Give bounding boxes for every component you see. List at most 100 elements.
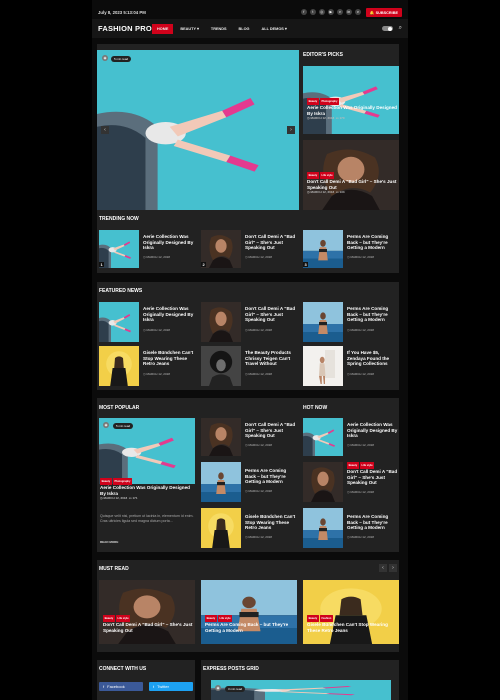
must-read-card[interactable]: Beauty Life style Don't Call Demi A "Bad …	[103, 615, 193, 633]
hot-image[interactable]	[303, 508, 343, 548]
trending-post-title[interactable]: Don't Call Demi A "Bad Girl" – She's Jus…	[245, 234, 297, 251]
nav-item-blog[interactable]: BLOG	[234, 24, 255, 34]
social-links: f t ◎ ▶ v in v 🔔 SUBSCRIBE	[300, 7, 402, 17]
post-title[interactable]: Aerie Collection Was Originally Designed…	[100, 485, 196, 496]
featured-post-title[interactable]: Aerie Collection Was Originally Designed…	[143, 306, 195, 323]
featured-post-title[interactable]: The Beauty Products Chrissy Teigen Can't…	[245, 350, 297, 367]
post-title[interactable]: Gisele Bündchen Can't Stop Wearing These…	[307, 622, 397, 633]
facebook-button[interactable]: f Facebook	[99, 682, 143, 691]
must-read-card[interactable]: Beauty Fashion Gisele Bündchen Can't Stop…	[307, 615, 397, 633]
popular-post-title[interactable]: Don't Call Demi A "Bad Girl" – She's Jus…	[245, 422, 297, 439]
post-date: MARCH 12, 2018	[310, 116, 335, 121]
tag[interactable]: Beauty	[347, 462, 359, 470]
post-meta: ◷ MARCH 12, 2018	[245, 372, 272, 376]
tag[interactable]: Photography	[112, 478, 133, 486]
tag[interactable]: Fashion	[319, 615, 333, 623]
tag[interactable]: Life style	[115, 615, 131, 623]
vk-icon[interactable]: v	[336, 9, 343, 15]
tag[interactable]: Photography	[319, 98, 340, 106]
post-date: MARCH 12, 2018	[248, 255, 272, 259]
popular-post-title[interactable]: Perms Are Coming Back – but They're Gett…	[245, 468, 297, 485]
tag[interactable]: Beauty	[103, 615, 115, 623]
hot-image[interactable]	[303, 462, 343, 502]
site-logo[interactable]: FASHION PRO	[98, 24, 152, 33]
hot-post-title[interactable]: Perms Are Coming Back – but They're Gett…	[347, 514, 399, 531]
popular-post-title[interactable]: Gisele Bündchen Can't Stop Wearing These…	[245, 514, 297, 531]
carousel-next-icon[interactable]: ›	[389, 564, 397, 572]
instagram-icon[interactable]: ◎	[318, 9, 325, 15]
subscribe-button[interactable]: 🔔 SUBSCRIBE	[365, 7, 402, 17]
twitter-button[interactable]: t Twitter	[149, 682, 193, 691]
featured-post-title[interactable]: If You Have $5, Zendaya Found the Spring…	[347, 350, 399, 367]
nav-item-home[interactable]: HOME	[152, 23, 174, 34]
tag[interactable]: Beauty	[100, 478, 112, 486]
post-title[interactable]: Aerie Collection Was Originally Designed…	[307, 105, 397, 116]
carousel-prev-icon[interactable]: ‹	[379, 564, 387, 572]
popular-section: MOST POPULAR ◉ 5 min read Beauty Photogra…	[97, 398, 399, 552]
trending-post-title[interactable]: Aerie Collection Was Originally Designed…	[143, 234, 195, 251]
nav-item-all-demos[interactable]: ALL DEMOS ▾	[257, 23, 292, 34]
trending-rank: 1	[99, 262, 105, 267]
dark-mode-toggle[interactable]	[381, 26, 393, 31]
must-read-image[interactable]	[303, 580, 399, 644]
featured-image[interactable]	[201, 302, 241, 342]
youtube-icon[interactable]: ▶	[327, 9, 334, 15]
post-meta: ◷ MARCH 12, 2018	[347, 443, 374, 447]
editor-pick-card[interactable]: Beauty Photography Aerie Collection Was O…	[307, 98, 397, 122]
popular-image[interactable]	[201, 418, 241, 456]
read-more-link[interactable]: READ MORE	[100, 540, 118, 544]
featured-image[interactable]	[99, 346, 139, 386]
post-title[interactable]: Don't Call Demi A "Bad Girl" – She's Jus…	[103, 622, 193, 633]
post-title[interactable]: Perms Are Coming Back – but They're Gett…	[205, 622, 295, 633]
slider-prev-icon[interactable]: ‹	[101, 126, 109, 134]
post-date: MARCH 12, 2018	[146, 255, 170, 259]
page-container: July 8, 2023 5:13:04 PM f t ◎ ▶ v in v 🔔…	[92, 0, 408, 700]
tag[interactable]: Life style	[319, 172, 335, 180]
featured-image[interactable]	[303, 302, 343, 342]
featured-image[interactable]	[201, 346, 241, 386]
tag[interactable]: Life style	[217, 615, 233, 623]
tag[interactable]: Life style	[359, 462, 375, 470]
tag[interactable]: Beauty	[205, 615, 217, 623]
must-read-image[interactable]	[99, 580, 195, 644]
trending-image[interactable]	[303, 230, 343, 268]
slider-next-icon[interactable]: ›	[287, 126, 295, 134]
popular-image[interactable]	[201, 462, 241, 502]
editor-pick-card[interactable]: Beauty Life style Don't Call Demi A "Bad …	[307, 172, 397, 196]
featured-image[interactable]	[303, 346, 343, 386]
hot-image[interactable]	[303, 418, 343, 456]
facebook-icon[interactable]: f	[300, 9, 307, 15]
hot-post-title[interactable]: Aerie Collection Was Originally Designed…	[347, 422, 399, 439]
popular-main-card[interactable]: Beauty Photography Aerie Collection Was O…	[100, 478, 196, 502]
post-title[interactable]: Don't Call Demi A "Bad Girl" – She's Jus…	[347, 469, 399, 486]
twitter-icon[interactable]: t	[309, 9, 316, 15]
camera-icon: ◉	[103, 422, 109, 428]
hot-post-card[interactable]: Beauty Life style Don't Call Demi A "Bad …	[347, 462, 399, 486]
featured-image[interactable]	[99, 302, 139, 342]
comment-count: 133	[339, 190, 345, 195]
facebook-icon: f	[103, 684, 105, 689]
trending-image[interactable]	[201, 230, 241, 268]
featured-post-title[interactable]: Don't Call Demi A "Bad Girl" – She's Jus…	[245, 306, 297, 323]
trending-post-title[interactable]: Perms Are Coming Back – but They're Gett…	[347, 234, 399, 251]
post-meta: ◷ MARCH 12, 2018	[347, 255, 374, 259]
linkedin-icon[interactable]: in	[345, 9, 352, 15]
post-meta: ◷ MARCH 12, 2018	[245, 535, 272, 539]
post-title[interactable]: Don't Call Demi A "Bad Girl" – She's Jus…	[307, 179, 397, 190]
featured-post-title[interactable]: Gisele Bündchen Can't Stop Wearing These…	[143, 350, 195, 367]
nav-item-trends[interactable]: TRENDS	[206, 24, 232, 34]
post-tags: Beauty Life style	[307, 172, 397, 180]
tag[interactable]: Beauty	[307, 172, 319, 180]
tag[interactable]: Beauty	[307, 98, 319, 106]
must-read-image[interactable]	[201, 580, 297, 644]
search-icon[interactable]: ⌕	[399, 25, 402, 32]
trending-image[interactable]	[99, 230, 139, 268]
tag[interactable]: Beauty	[307, 615, 319, 623]
hero-image[interactable]	[97, 50, 299, 210]
must-read-card[interactable]: Beauty Life style Perms Are Coming Back –…	[205, 615, 295, 633]
featured-post-title[interactable]: Perms Are Coming Back – but They're Gett…	[347, 306, 399, 323]
vimeo-icon[interactable]: v	[354, 9, 361, 15]
popular-image[interactable]	[201, 508, 241, 548]
trending-title: TRENDING NOW	[99, 216, 139, 222]
nav-item-beauty[interactable]: BEAUTY ▾	[175, 23, 204, 34]
